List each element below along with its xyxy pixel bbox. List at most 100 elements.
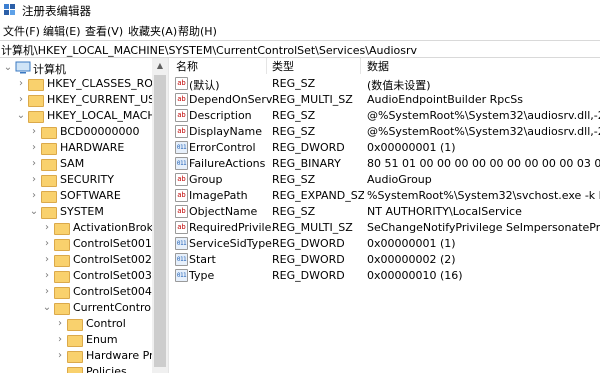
string-value-icon: ab (175, 77, 188, 90)
tree-item-security[interactable]: › SECURITY (29, 172, 154, 188)
value-type: REG_SZ (272, 109, 316, 122)
string-value-icon: ab (175, 173, 188, 186)
value-row[interactable]: 011 FailureActions REG_BINARY 80 51 01 0… (172, 156, 600, 172)
chevron-right-icon[interactable]: › (29, 190, 39, 202)
value-row[interactable]: ab DisplayName REG_SZ @%SystemRoot%\Syst… (172, 124, 600, 140)
chevron-right-icon[interactable]: › (42, 238, 52, 250)
tree-item-controlset003[interactable]: › ControlSet003 (42, 268, 154, 284)
tree-label: Policies (86, 365, 127, 373)
column-header-data[interactable]: 数据 (367, 58, 389, 74)
column-divider[interactable] (266, 58, 267, 74)
menu-favorites[interactable]: 收藏夹(A) (128, 23, 177, 39)
menu-help[interactable]: 帮助(H) (178, 23, 217, 39)
chevron-right-icon[interactable]: › (42, 254, 52, 266)
binary-value-icon: 011 (175, 141, 188, 154)
menu-file[interactable]: 文件(F) (3, 23, 40, 39)
chevron-right-icon[interactable]: › (29, 142, 39, 154)
value-type: REG_SZ (272, 205, 316, 218)
tree-item-currentcontrolset[interactable]: ⌄ CurrentControlSet (42, 300, 168, 316)
scroll-thumb[interactable] (154, 75, 166, 367)
chevron-down-icon[interactable]: ⌄ (42, 302, 52, 314)
tree-item-activationbroker[interactable]: › ActivationBroker (42, 220, 164, 236)
tree-item-hardware-profiles[interactable]: › Hardware Profil (55, 348, 154, 364)
value-row[interactable]: ab DependOnServ... REG_MULTI_SZ AudioEnd… (172, 92, 600, 108)
tree-scrollbar[interactable]: ▲ (152, 58, 168, 373)
folder-icon (28, 77, 44, 91)
value-row[interactable]: ab Description REG_SZ @%SystemRoot%\Syst… (172, 108, 600, 124)
value-row[interactable]: ab RequiredPrivile... REG_MULTI_SZ SeCha… (172, 220, 600, 236)
column-divider[interactable] (360, 58, 361, 74)
tree-item-computer[interactable]: ⌄ 计算机 (3, 60, 153, 76)
folder-icon (28, 93, 44, 107)
value-type: REG_MULTI_SZ (272, 93, 353, 106)
tree-item-software[interactable]: › SOFTWARE (29, 188, 154, 204)
string-value-icon: ab (175, 205, 188, 218)
value-data: 80 51 01 00 00 00 00 00 00 00 00 00 03 0… (367, 157, 600, 170)
value-row[interactable]: 011 Start REG_DWORD 0x00000002 (2) (172, 252, 600, 268)
chevron-right-icon[interactable]: › (55, 318, 65, 330)
tree-item-hklm[interactable]: ⌄ HKEY_LOCAL_MACHINE (16, 108, 168, 124)
menu-edit[interactable]: 编辑(E) (43, 23, 81, 39)
tree-item-controlset002[interactable]: › ControlSet002 (42, 252, 154, 268)
tree-item-control[interactable]: › Control (55, 316, 154, 332)
chevron-down-icon[interactable]: ⌄ (3, 62, 13, 74)
scroll-up-arrow-icon[interactable]: ▲ (152, 58, 168, 74)
tree-label: HKEY_CURRENT_USER (47, 93, 168, 106)
tree-item-bcd[interactable]: › BCD00000000 (29, 124, 154, 140)
address-bar[interactable]: 计算机\HKEY_LOCAL_MACHINE\SYSTEM\CurrentCon… (0, 40, 600, 58)
value-row[interactable]: 011 Type REG_DWORD 0x00000010 (16) (172, 268, 600, 284)
chevron-right-icon[interactable]: › (42, 286, 52, 298)
key-tree[interactable]: ⌄ 计算机 › HKEY_CLASSES_ROOT › HKEY_CURRENT… (0, 58, 168, 373)
chevron-right-icon[interactable]: › (16, 94, 26, 106)
folder-icon (54, 237, 70, 251)
chevron-down-icon[interactable]: ⌄ (29, 206, 39, 218)
address-path[interactable]: 计算机\HKEY_LOCAL_MACHINE\SYSTEM\CurrentCon… (1, 42, 417, 58)
value-name: (默认) (189, 79, 220, 92)
chevron-right-icon[interactable]: › (29, 174, 39, 186)
tree-item-hardware[interactable]: › HARDWARE (29, 140, 154, 156)
folder-icon (67, 317, 83, 331)
string-value-icon: ab (175, 93, 188, 106)
value-name: Description (189, 109, 252, 122)
chevron-right-icon[interactable]: › (55, 334, 65, 346)
tree-item-controlset001[interactable]: › ControlSet001 (42, 236, 154, 252)
tree-item-enum[interactable]: › Enum (55, 332, 154, 348)
value-row[interactable]: ab Group REG_SZ AudioGroup (172, 172, 600, 188)
folder-icon (67, 333, 83, 347)
column-header-type[interactable]: 类型 (272, 58, 294, 74)
value-data: %SystemRoot%\System32\svchost.exe -k Loc… (367, 189, 600, 202)
tree-item-hkcu[interactable]: › HKEY_CURRENT_USER (16, 92, 168, 108)
chevron-right-icon[interactable]: › (55, 350, 65, 362)
menu-view[interactable]: 查看(V) (85, 23, 123, 39)
values-list[interactable]: 名称 类型 数据 ab (默认) REG_SZ (数值未设置) ab Depen… (172, 58, 600, 373)
value-data: SeChangeNotifyPrivilege SeImpersonatePri… (367, 221, 600, 234)
chevron-down-icon[interactable]: ⌄ (16, 110, 26, 122)
window-title: 注册表编辑器 (22, 4, 91, 18)
chevron-right-icon[interactable] (55, 366, 65, 373)
tree-item-system[interactable]: ⌄ SYSTEM (29, 204, 154, 220)
tree-label: Hardware Profil (86, 349, 154, 362)
value-row[interactable]: 011 ErrorControl REG_DWORD 0x00000001 (1… (172, 140, 600, 156)
tree-item-hkcr[interactable]: › HKEY_CLASSES_ROOT (16, 76, 168, 92)
folder-icon (41, 157, 57, 171)
tree-item-controlset004[interactable]: › ControlSet004 (42, 284, 154, 300)
chevron-right-icon[interactable]: › (16, 78, 26, 90)
value-row[interactable]: ab ObjectName REG_SZ NT AUTHORITY\LocalS… (172, 204, 600, 220)
value-data: 0x00000002 (2) (367, 253, 456, 266)
chevron-right-icon[interactable]: › (29, 126, 39, 138)
folder-icon (54, 285, 70, 299)
chevron-right-icon[interactable]: › (29, 158, 39, 170)
tree-label: SOFTWARE (60, 189, 121, 202)
chevron-right-icon[interactable]: › (42, 270, 52, 282)
chevron-right-icon[interactable]: › (42, 222, 52, 234)
tree-label: SYSTEM (60, 205, 104, 218)
tree-item-sam[interactable]: › SAM (29, 156, 154, 172)
value-row[interactable]: ab ImagePath REG_EXPAND_SZ %SystemRoot%\… (172, 188, 600, 204)
value-type: REG_BINARY (272, 157, 341, 170)
value-name: Type (189, 269, 215, 282)
column-header-name[interactable]: 名称 (176, 58, 198, 74)
tree-item-policies[interactable]: Policies (55, 364, 154, 373)
value-row[interactable]: ab (默认) REG_SZ (数值未设置) (172, 76, 600, 92)
value-row[interactable]: 011 ServiceSidType REG_DWORD 0x00000001 … (172, 236, 600, 252)
tree-label: SECURITY (60, 173, 114, 186)
